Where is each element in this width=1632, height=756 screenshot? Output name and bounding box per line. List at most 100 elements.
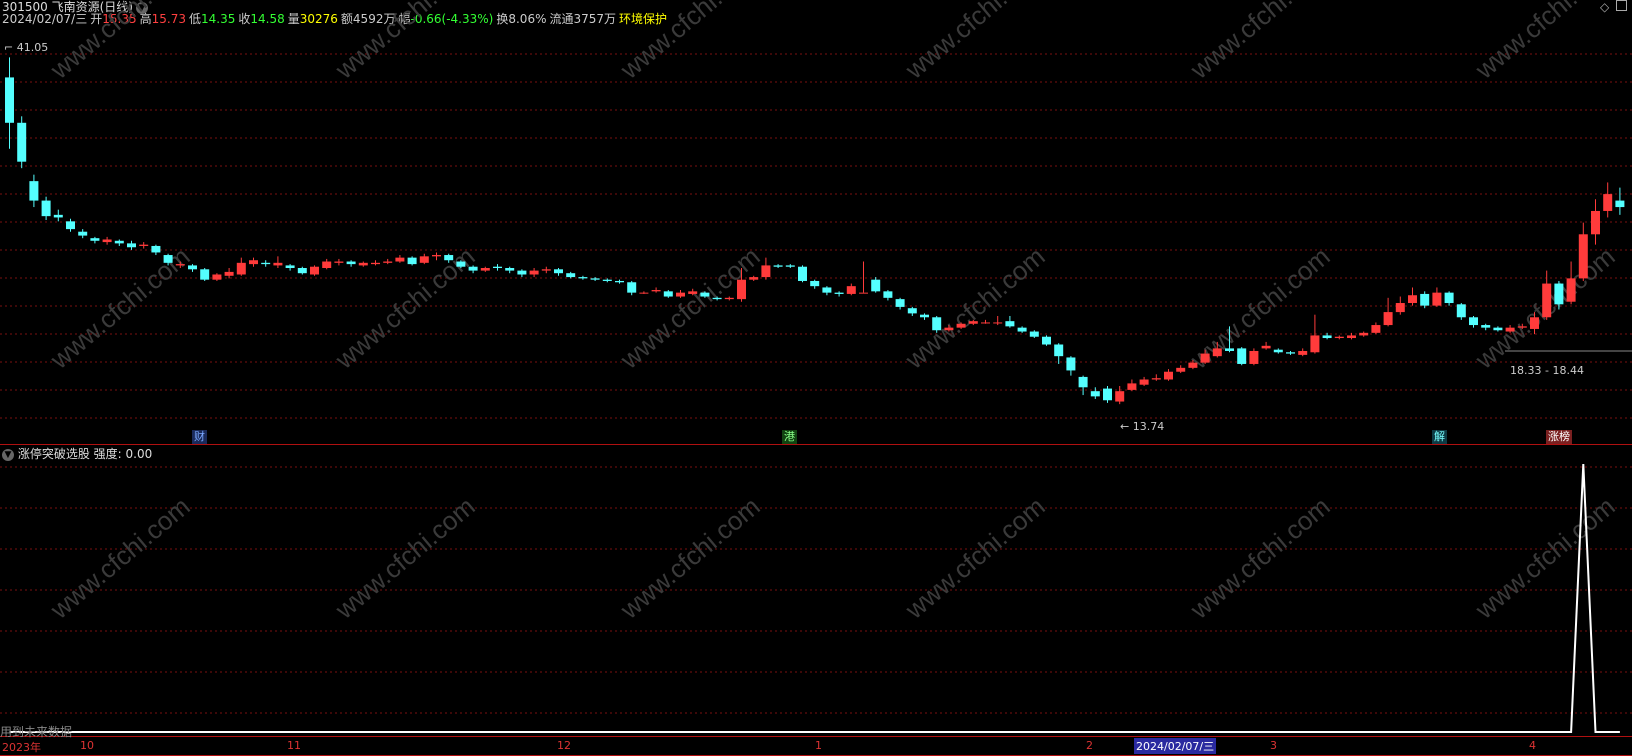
candle-body	[1237, 348, 1247, 364]
candle-body	[1347, 335, 1356, 339]
watermark-text: www.cfchi.com	[44, 241, 196, 375]
candle-body	[895, 299, 905, 307]
candle-body	[432, 255, 441, 257]
strength-value: 0.00	[125, 447, 153, 461]
candle-body	[956, 323, 966, 328]
candle-body	[785, 265, 795, 267]
candle-body	[700, 292, 710, 297]
candle-body	[1505, 327, 1515, 332]
candle-body	[346, 261, 356, 265]
candle-body	[932, 317, 942, 331]
candle-body	[139, 244, 149, 246]
candle-body	[737, 279, 746, 300]
candle-body	[175, 264, 185, 266]
candle-body	[676, 292, 685, 297]
candle-body	[1615, 200, 1625, 208]
candle-body	[1066, 357, 1076, 371]
indicator-chevron-icon[interactable]: ▼	[2, 448, 14, 461]
axis-month-10: 10	[80, 739, 94, 752]
candle-body	[419, 256, 429, 263]
axis-month-11: 11	[287, 739, 301, 752]
watermark-text: www.cfchi.com	[614, 0, 766, 85]
high-price-text: 41.05	[16, 41, 49, 54]
candle-body	[602, 279, 612, 281]
candle-body	[102, 239, 112, 243]
candle-body	[810, 280, 820, 287]
candle-body	[1469, 317, 1478, 326]
candle-body	[981, 322, 990, 324]
candle-body	[1029, 331, 1039, 337]
candle-body	[798, 266, 807, 281]
indicator-title[interactable]: 涨停突破选股	[18, 447, 90, 461]
candle-body	[236, 262, 246, 275]
candle-body	[395, 257, 405, 262]
watermark-text: www.cfchi.com	[1184, 0, 1336, 85]
candle-body	[639, 292, 649, 294]
candle-body	[322, 261, 332, 269]
watermark-text: www.cfchi.com	[899, 491, 1051, 625]
candle-body	[78, 231, 88, 236]
candle-body	[993, 322, 1003, 324]
low-price-text: 13.74	[1132, 420, 1165, 433]
kline-chart[interactable]: www.cfchi.com www.cfchi.com www.cfchi.com w…	[0, 0, 1632, 756]
watermark-text: www.cfchi.com	[1184, 491, 1336, 625]
candle-body	[1200, 353, 1210, 363]
candle-body	[1261, 345, 1271, 349]
candle-body	[1298, 350, 1308, 355]
candle-body	[29, 181, 39, 201]
candle-body	[200, 269, 210, 280]
candle-body	[1005, 321, 1015, 327]
candle-body	[1139, 379, 1149, 385]
range-price-mark: 18.33 - 18.44	[1510, 364, 1584, 377]
strength-label: 强度:	[93, 447, 122, 461]
event-marker-finance[interactable]: 财	[192, 430, 207, 444]
candle-body	[1212, 348, 1222, 357]
candle-body	[554, 269, 563, 274]
candle-body	[590, 278, 600, 280]
candle-body	[1517, 326, 1527, 328]
candle-body	[1444, 292, 1454, 304]
candle-body	[541, 269, 551, 271]
axis-cursor-date: 2024/02/07/三	[1134, 738, 1217, 754]
watermark-text: www.cfchi.com	[329, 491, 481, 625]
candle-body	[1164, 371, 1173, 380]
watermark-text: www.cfchi.com	[899, 241, 1051, 375]
candle-body	[871, 279, 881, 292]
candle-body	[358, 262, 368, 266]
low-price-mark: ← 13.74	[1120, 420, 1165, 433]
candle-body	[371, 262, 380, 265]
candle-body	[688, 291, 698, 294]
watermark-text: www.cfchi.com	[44, 0, 196, 85]
future-data-note: 用到未来数据	[0, 725, 73, 739]
candle-body	[1090, 391, 1100, 397]
candle-body	[1188, 362, 1198, 368]
candle-body	[1395, 303, 1405, 313]
candle-body	[920, 314, 929, 318]
candle-body	[90, 238, 100, 241]
candle-body	[1042, 336, 1051, 345]
candle-body	[1286, 352, 1295, 354]
candle-body	[1054, 344, 1064, 357]
candle-body	[53, 214, 63, 218]
candle-body	[1603, 194, 1613, 211]
watermark-text: www.cfchi.com	[44, 491, 196, 625]
high-price-mark: ⌐ 41.05	[4, 41, 49, 54]
candle-body	[859, 292, 868, 294]
candle-body	[114, 240, 124, 244]
candle-body	[1408, 295, 1417, 304]
candle-body	[615, 280, 624, 283]
candle-body	[1542, 283, 1552, 318]
event-marker-unlock[interactable]: 解	[1432, 430, 1447, 444]
event-marker-hk[interactable]: 港	[782, 430, 797, 444]
candle-body	[1334, 336, 1344, 339]
axis-month-12: 12	[557, 739, 571, 752]
watermark-text: www.cfchi.com	[614, 241, 766, 375]
candle-body	[5, 77, 14, 123]
candle-body	[505, 268, 515, 271]
watermark-text: www.cfchi.com	[1469, 0, 1621, 85]
candle-body	[456, 261, 466, 267]
candle-body	[773, 265, 783, 267]
candle-body	[1420, 293, 1430, 306]
candle-body	[66, 221, 75, 230]
event-marker-limit-up[interactable]: 涨榜	[1546, 430, 1572, 444]
